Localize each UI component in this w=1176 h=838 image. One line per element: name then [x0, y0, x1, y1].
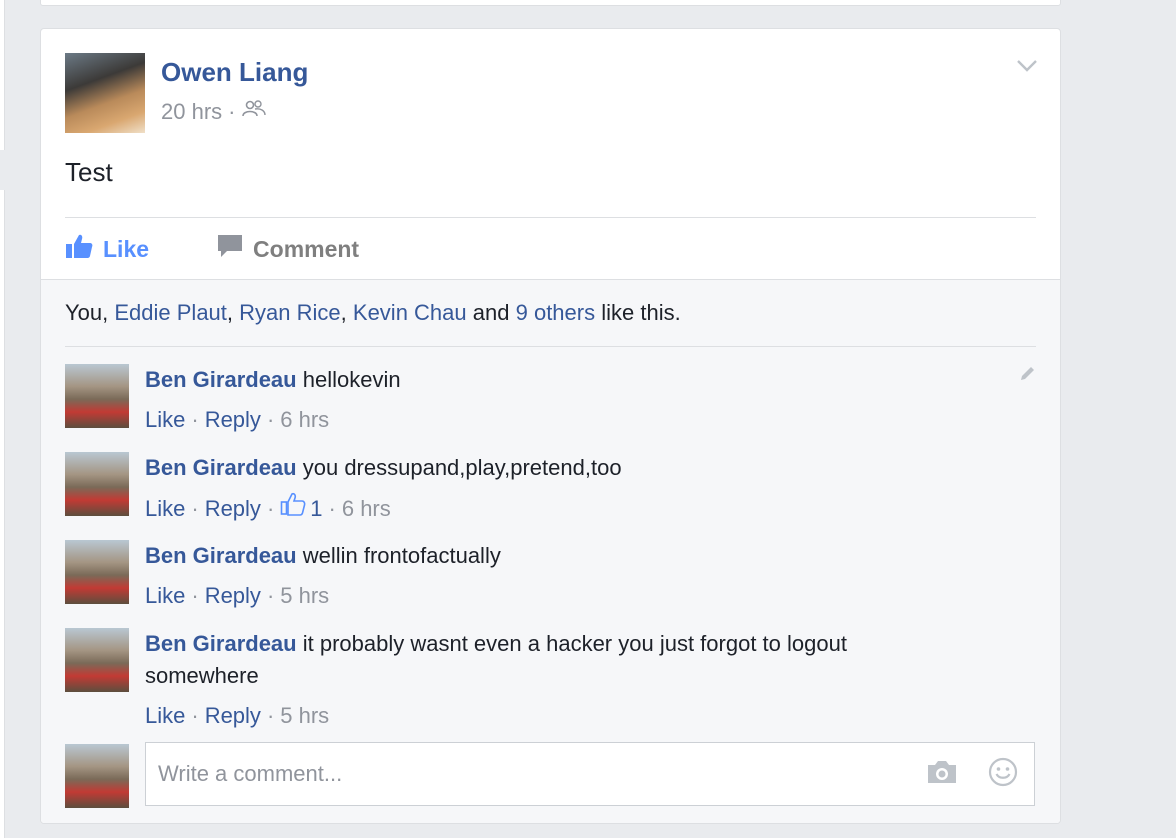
post-author-name[interactable]: Owen Liang: [161, 57, 308, 88]
comment-reply-link[interactable]: Reply: [205, 493, 261, 525]
commenter-avatar[interactable]: [65, 452, 129, 516]
speech-bubble-icon: [217, 233, 243, 265]
commenter-avatar[interactable]: [65, 540, 129, 604]
others-link[interactable]: 9 others: [516, 300, 596, 325]
commenter-name[interactable]: Ben Girardeau: [145, 367, 297, 392]
pencil-icon[interactable]: [1019, 364, 1037, 387]
post-card: Owen Liang 20 hrs · Test Like Comment Yo…: [40, 28, 1061, 824]
chevron-down-icon[interactable]: [1016, 59, 1038, 78]
thumbs-up-icon: [65, 233, 93, 265]
post-timestamp[interactable]: 20 hrs: [161, 99, 222, 125]
divider: [65, 217, 1036, 218]
write-comment-row: [65, 742, 1037, 808]
likes-you: You,: [65, 300, 109, 325]
emoji-icon[interactable]: [988, 757, 1018, 792]
thumbs-up-outline-icon: [280, 492, 306, 525]
left-column-edge: [0, 0, 5, 150]
friends-icon[interactable]: [241, 99, 267, 125]
current-user-avatar: [65, 744, 129, 808]
liker-link[interactable]: Kevin Chau: [353, 300, 467, 325]
comment-like-link[interactable]: Like: [145, 493, 185, 525]
commenter-name[interactable]: Ben Girardeau: [145, 455, 297, 480]
comment-text: hellokevin: [302, 367, 401, 392]
post-text: Test: [65, 157, 113, 187]
previous-post-card: [40, 0, 1061, 6]
commenter-name[interactable]: Ben Girardeau: [145, 543, 297, 568]
like-label: Like: [103, 235, 150, 262]
meta-separator: ·: [228, 99, 236, 124]
comment-label: Comment: [253, 235, 360, 262]
comment: Ben Girardeau you dressupand,play,preten…: [65, 452, 1037, 528]
liker-link[interactable]: Eddie Plaut: [114, 300, 227, 325]
commenter-name[interactable]: Ben Girardeau: [145, 631, 297, 656]
comment: Ben Girardeau wellin frontofactually Lik…: [65, 540, 1037, 616]
comment-timestamp[interactable]: 6 hrs: [280, 404, 329, 436]
likes-suffix: like this.: [601, 300, 681, 325]
comment-text: you dressupand,play,pretend,too: [302, 455, 622, 480]
comment: Ben Girardeau it probably wasnt even a h…: [65, 628, 1037, 732]
comment: Ben Girardeau hellokevin Like · Reply · …: [65, 364, 1037, 440]
comment-like-link[interactable]: Like: [145, 700, 185, 732]
comment-button[interactable]: Comment: [217, 233, 359, 265]
comment-input-box[interactable]: [145, 742, 1035, 806]
comment-reply-link[interactable]: Reply: [205, 700, 261, 732]
liker-link[interactable]: Ryan Rice: [239, 300, 340, 325]
likes-summary: You, Eddie Plaut, Ryan Rice, Kevin Chau …: [65, 300, 681, 325]
commenter-avatar[interactable]: [65, 364, 129, 428]
comment-reply-link[interactable]: Reply: [205, 580, 261, 612]
post-header: Owen Liang 20 hrs ·: [65, 53, 1025, 133]
comments-section: You, Eddie Plaut, Ryan Rice, Kevin Chau …: [41, 279, 1060, 823]
post-meta: 20 hrs ·: [161, 99, 267, 125]
like-button[interactable]: Like: [65, 233, 149, 265]
comment-like-count[interactable]: 1: [280, 492, 323, 525]
camera-icon[interactable]: [926, 759, 958, 790]
author-avatar[interactable]: [65, 53, 145, 133]
likes-and: and: [472, 300, 510, 325]
comment-reply-link[interactable]: Reply: [205, 404, 261, 436]
comment-input[interactable]: [156, 757, 900, 791]
comment-text: wellin frontofactually: [302, 543, 501, 568]
comment-like-link[interactable]: Like: [145, 580, 185, 612]
comment-timestamp[interactable]: 6 hrs: [342, 493, 391, 525]
divider: [65, 346, 1036, 347]
comment-like-link[interactable]: Like: [145, 404, 185, 436]
comment-timestamp[interactable]: 5 hrs: [280, 700, 329, 732]
post-actions: Like Comment: [65, 229, 359, 269]
left-column-edge: [0, 190, 5, 838]
commenter-avatar[interactable]: [65, 628, 129, 692]
comment-timestamp[interactable]: 5 hrs: [280, 580, 329, 612]
